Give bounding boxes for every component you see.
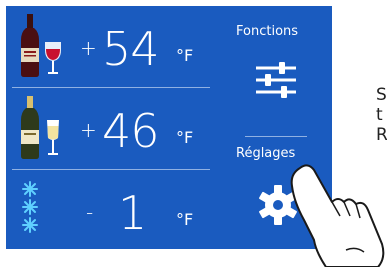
temp-value: 46 <box>102 104 160 158</box>
sidebar-divider <box>245 136 307 137</box>
functions-button[interactable]: Fonctions <box>228 20 324 112</box>
pointing-hand-icon <box>290 164 385 267</box>
settings-label: Réglages <box>236 146 296 161</box>
temp-value: 1 <box>118 186 147 240</box>
champagne-glass-icon <box>47 120 59 155</box>
snowflake-stack-icon <box>18 178 68 242</box>
temp-sign: + <box>80 36 97 60</box>
red-wine-icon <box>18 14 68 78</box>
temp-value: 54 <box>102 22 160 76</box>
zone-wine-red[interactable]: + 54 °F <box>6 6 216 86</box>
temp-sign: - <box>86 200 94 224</box>
wine-bottle-white-icon <box>21 96 39 159</box>
temp-unit: °F <box>176 46 194 65</box>
zone-wine-white[interactable]: + 46 °F <box>6 88 216 168</box>
control-panel: + 54 °F + 46 °F - 1 °F Fonctions Réglage… <box>6 6 332 249</box>
zone-freezer[interactable]: - 1 °F <box>6 170 216 250</box>
wine-bottle-red-icon <box>21 14 39 77</box>
side-text-line: R <box>376 125 387 145</box>
white-wine-icon <box>18 96 68 160</box>
temp-unit: °F <box>176 128 194 147</box>
temp-sign: + <box>80 118 97 142</box>
sliders-icon <box>256 62 296 98</box>
wine-glass-red-icon <box>45 42 61 74</box>
side-text-line: S <box>376 85 387 105</box>
side-text-line: t <box>376 105 383 125</box>
functions-label: Fonctions <box>236 24 299 39</box>
temp-unit: °F <box>176 210 194 229</box>
